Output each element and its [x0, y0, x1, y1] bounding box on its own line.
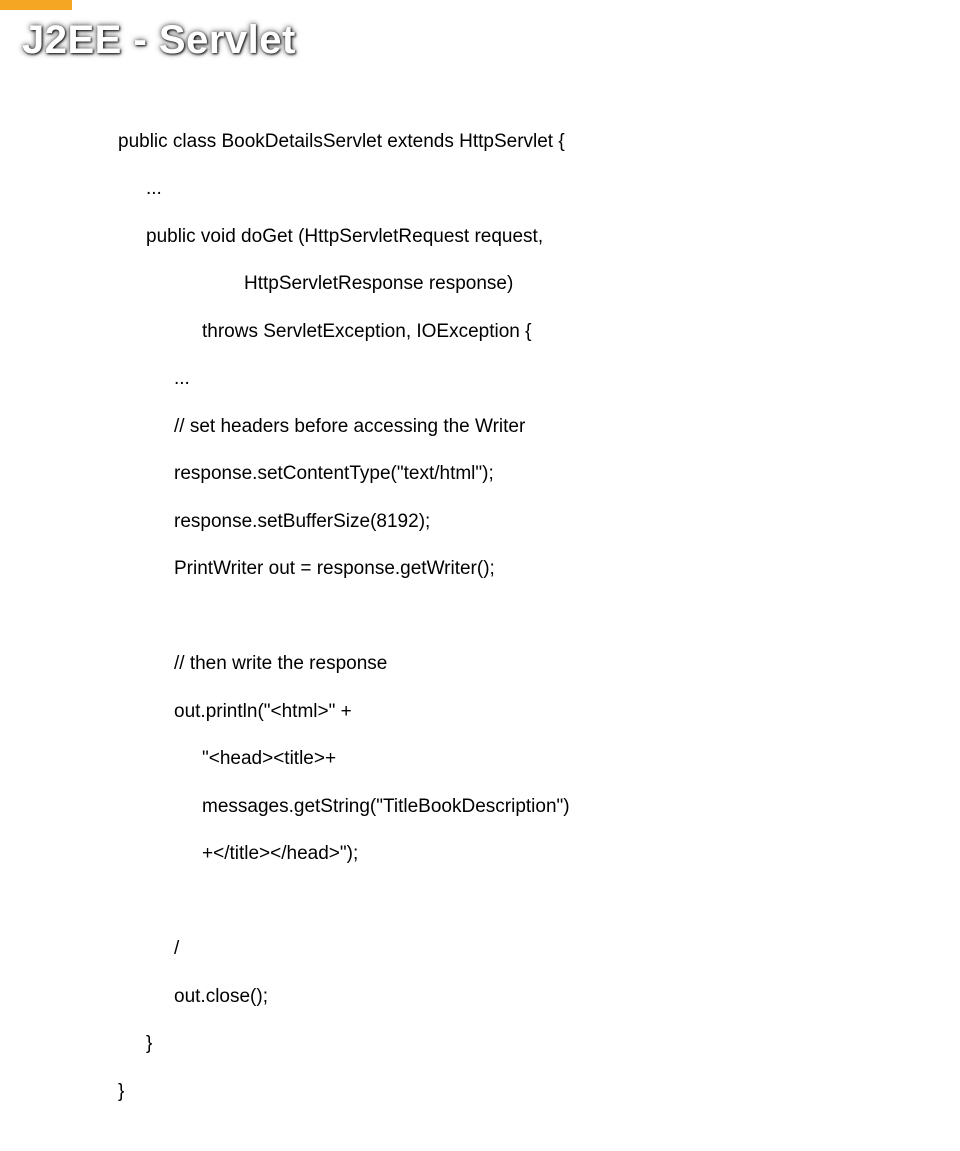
code-line: // then write the response [118, 652, 898, 676]
slide: J2EE - Servlet public class BookDetailsS… [0, 0, 960, 719]
code-line: PrintWriter out = response.getWriter(); [118, 557, 898, 581]
code-line: out.close(); [118, 985, 898, 1009]
slide-title: J2EE - Servlet [22, 18, 296, 63]
code-line: messages.getString("TitleBookDescription… [118, 795, 898, 819]
code-line: out.println("<html>" + [118, 700, 898, 724]
code-line: HttpServletResponse response) [118, 272, 898, 296]
code-line: ... [118, 367, 898, 391]
code-block: public class BookDetailsServlet extends … [118, 106, 898, 1151]
code-line: +</title></head>"); [118, 842, 898, 866]
code-line: throws ServletException, IOException { [118, 320, 898, 344]
code-line: response.setBufferSize(8192); [118, 510, 898, 534]
code-line-blank [118, 605, 898, 629]
accent-bar [0, 0, 72, 10]
code-line: } [118, 1032, 898, 1056]
code-line: "<head><title>+ [118, 747, 898, 771]
code-line: ... [118, 177, 898, 201]
code-line-blank [118, 890, 898, 914]
code-line: } [118, 1080, 898, 1104]
code-line: public class BookDetailsServlet extends … [118, 130, 898, 154]
code-line: public void doGet (HttpServletRequest re… [118, 225, 898, 249]
code-line: // set headers before accessing the Writ… [118, 415, 898, 439]
code-line: response.setContentType("text/html"); [118, 462, 898, 486]
code-line: / [118, 937, 898, 961]
